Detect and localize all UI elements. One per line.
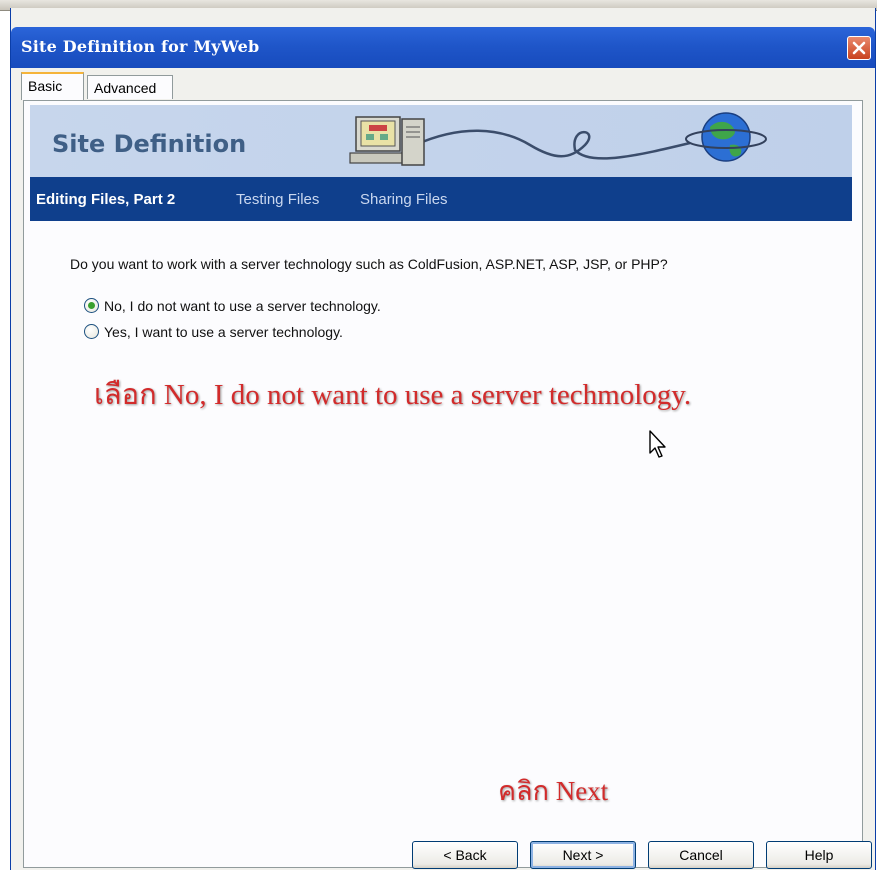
site-definition-banner: Site Definition [30, 105, 852, 177]
basic-panel: Site Definition Editing Files, Part 2 Te… [23, 100, 872, 869]
step-testing-files: Testing Files [236, 191, 320, 208]
radio-selected-dot [88, 302, 95, 309]
site-definition-dialog: Site Definition for MyWeb Basic Advanced… [10, 8, 876, 870]
option-yes-label[interactable]: Yes, I want to use a server technology. [104, 324, 343, 340]
radio-no[interactable] [84, 298, 99, 313]
option-no-label[interactable]: No, I do not want to use a server techno… [104, 298, 381, 314]
window-title: Site Definition for MyWeb [21, 37, 260, 56]
title-bar[interactable]: Site Definition for MyWeb [11, 27, 875, 68]
server-technology-question: Do you want to work with a server techno… [70, 256, 668, 272]
cancel-button[interactable]: Cancel [648, 841, 754, 869]
step-editing-files-part-2: Editing Files, Part 2 [36, 191, 176, 208]
mouse-pointer-icon [649, 430, 666, 458]
wizard-steps-bar: Editing Files, Part 2 Testing Files Shar… [30, 177, 852, 221]
tab-basic[interactable]: Basic [21, 72, 84, 100]
step-sharing-files: Sharing Files [360, 191, 448, 208]
network-illustration-icon [349, 112, 767, 166]
close-button[interactable] [847, 36, 871, 60]
tab-strip: Basic Advanced [19, 72, 869, 100]
radio-yes[interactable] [84, 324, 99, 339]
click-next-annotation: คลิก Next [498, 776, 609, 806]
close-icon [852, 41, 866, 55]
select-instruction-annotation: เลือก No, I do not want to use a server … [94, 379, 692, 411]
help-button[interactable]: Help [766, 841, 872, 869]
back-button[interactable]: < Back [412, 841, 518, 869]
tab-advanced[interactable]: Advanced [87, 75, 173, 99]
next-button[interactable]: Next > [530, 841, 636, 869]
